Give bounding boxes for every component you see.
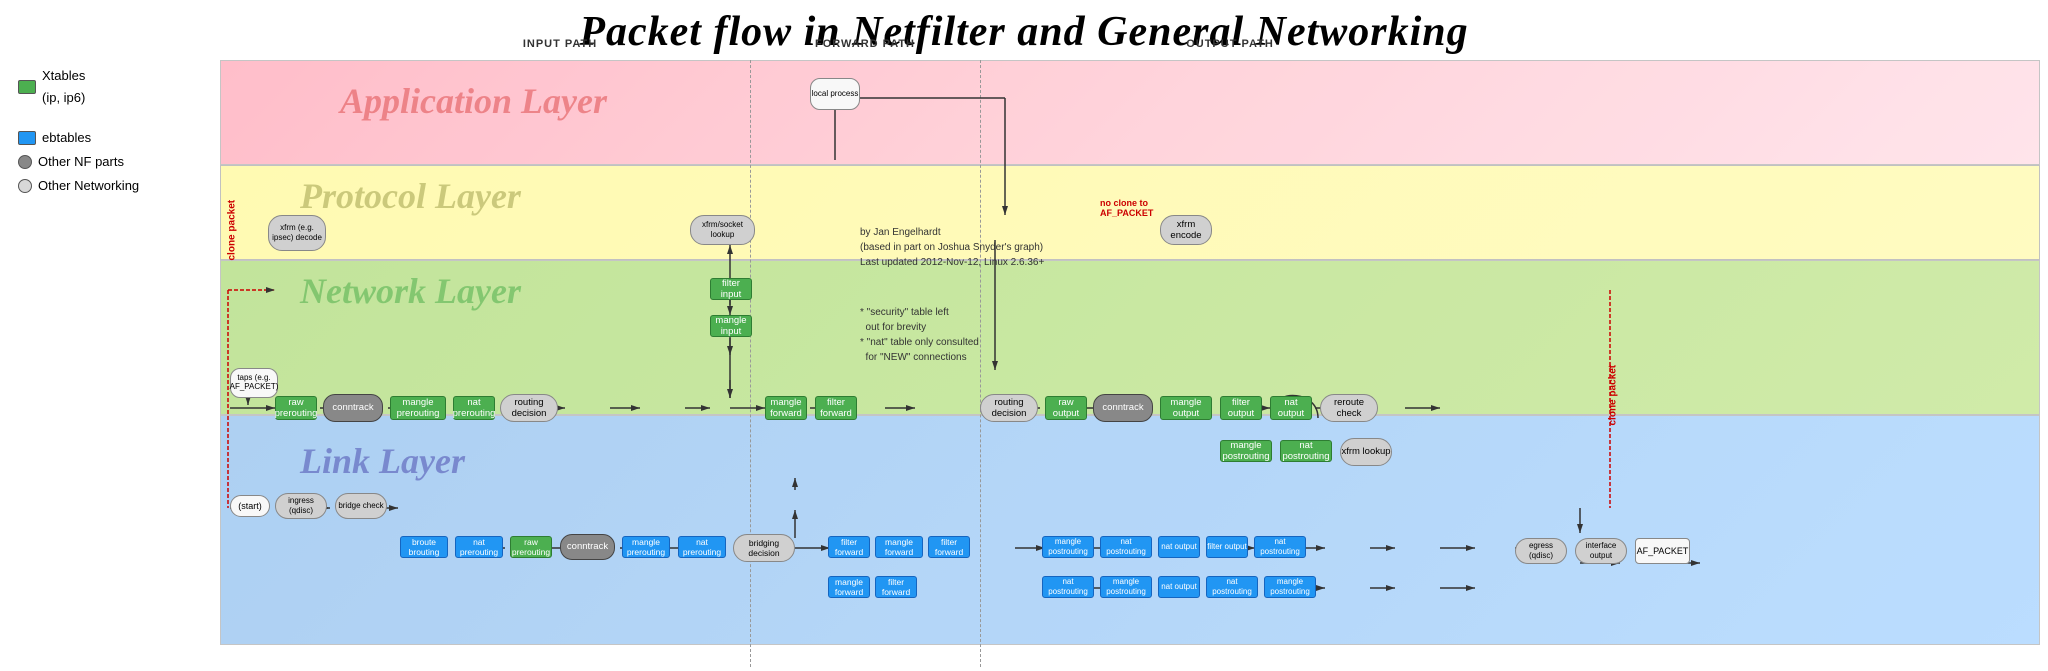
node-routing-decision-output: routing decision [980, 394, 1038, 422]
node-mangle-postrouting-link2: mangle postrouting [1100, 576, 1152, 598]
node-nat-postrouting-link1: nat postrouting [1100, 536, 1152, 558]
node-broute-brouting: broute brouting [400, 536, 448, 558]
node-mangle-postrouting: mangle postrouting [1220, 440, 1272, 462]
node-interface-output: interface output [1575, 538, 1627, 564]
band-network [220, 260, 2040, 415]
node-ingress-qdisc: ingress (qdisc) [275, 493, 327, 519]
node-start: (start) [230, 495, 270, 517]
node-af-packet-right: AF_PACKET [1635, 538, 1690, 564]
node-filter-forward-link: filter forward [828, 536, 870, 558]
node-xfrm-encode: xfrm encode [1160, 215, 1212, 245]
node-mangle-forward-link: mangle forward [875, 536, 923, 558]
annotation-notes: * "security" table left out for brevity … [860, 305, 979, 365]
node-nat-output-link: nat output [1158, 536, 1200, 558]
col-header-input: INPUT PATH [370, 38, 750, 50]
node-routing-decision-input: routing decision [500, 394, 558, 422]
node-filter-input: filter input [710, 278, 752, 300]
node-conntrack-network: conntrack [323, 394, 383, 422]
band-link [220, 415, 2040, 645]
separator-forward-output [980, 60, 981, 667]
node-filter-forward-link2: filter forward [928, 536, 970, 558]
node-nat-prerouting-link: nat prerouting [455, 536, 503, 558]
node-local-process: local process [810, 78, 860, 110]
node-mangle-postrouting-link3: mangle postrouting [1264, 576, 1316, 598]
legend-xtables: Xtables(ip, ip6) [42, 65, 85, 109]
label-clone-packet-left: clone packet [227, 200, 238, 261]
node-reroute-check: reroute check [1320, 394, 1378, 422]
band-application [220, 60, 2040, 165]
node-xfrm-socket-lookup: xfrm/socket lookup [690, 215, 755, 245]
node-egress-qdisc: egress (qdisc) [1515, 538, 1567, 564]
node-nat-postrouting-link3: nat postrouting [1042, 576, 1094, 598]
node-raw-prerouting: raw prerouting [275, 396, 317, 420]
node-nat-postrouting-link4: nat postrouting [1206, 576, 1258, 598]
node-xfrm-decode: xfrm (e.g. ipsec) decode [268, 215, 326, 251]
node-mangle-prerouting-link: mangle prerouting [622, 536, 670, 558]
separator-input-forward [750, 60, 751, 667]
legend-nf-parts: Other NF parts [38, 151, 124, 173]
node-nat-prerouting-link2: nat prerouting [678, 536, 726, 558]
node-filter-output: filter output [1220, 396, 1262, 420]
legend: Xtables(ip, ip6) ebtables Other NF parts… [18, 65, 139, 199]
node-conntrack-link: conntrack [560, 534, 615, 560]
node-nat-output: nat output [1270, 396, 1312, 420]
label-no-clone: no clone toAF_PACKET [1100, 198, 1153, 218]
node-bridge-check: bridge check [335, 493, 387, 519]
node-filter-forward-net: filter forward [815, 396, 857, 420]
col-header-output: OUTPUT PATH [980, 38, 1480, 50]
label-clone-packet-right: clone packet [1608, 365, 1619, 426]
node-mangle-postrouting-link1: mangle postrouting [1042, 536, 1094, 558]
node-nat-postrouting-net: nat postrouting [1280, 440, 1332, 462]
node-nat-postrouting-link2: nat postrouting [1254, 536, 1306, 558]
node-mangle-output: mangle output [1160, 396, 1212, 420]
node-conntrack-output: conntrack [1093, 394, 1153, 422]
node-nat-output-link2: nat output [1158, 576, 1200, 598]
col-header-forward: FORWARD PATH [750, 38, 980, 50]
node-xfrm-lookup: xfrm lookup [1340, 438, 1392, 466]
node-nat-prerouting-net: nat prerouting [453, 396, 495, 420]
page-title: Packet flow in Netfilter and General Net… [0, 0, 2048, 60]
diagram: INPUT PATH FORWARD PATH OUTPUT PATH Appl… [220, 60, 2040, 667]
node-taps: taps (e.g. AF_PACKET) [230, 368, 278, 398]
node-mangle-forward-link-row2: mangle forward [828, 576, 870, 598]
node-bridging-decision: bridging decision [733, 534, 795, 562]
annotation-author: by Jan Engelhardt (based in part on Josh… [860, 225, 1044, 270]
node-filter-output-link: filter output [1206, 536, 1248, 558]
node-mangle-prerouting-net: mangle prerouting [390, 396, 446, 420]
node-raw-prerouting-link: raw prerouting [510, 536, 552, 558]
legend-ebtables: ebtables [42, 127, 91, 149]
node-raw-output: raw output [1045, 396, 1087, 420]
node-mangle-input: mangle input [710, 315, 752, 337]
node-mangle-forward-net: mangle forward [765, 396, 807, 420]
legend-other-networking: Other Networking [38, 175, 139, 197]
node-filter-forward-link-row2: filter forward [875, 576, 917, 598]
